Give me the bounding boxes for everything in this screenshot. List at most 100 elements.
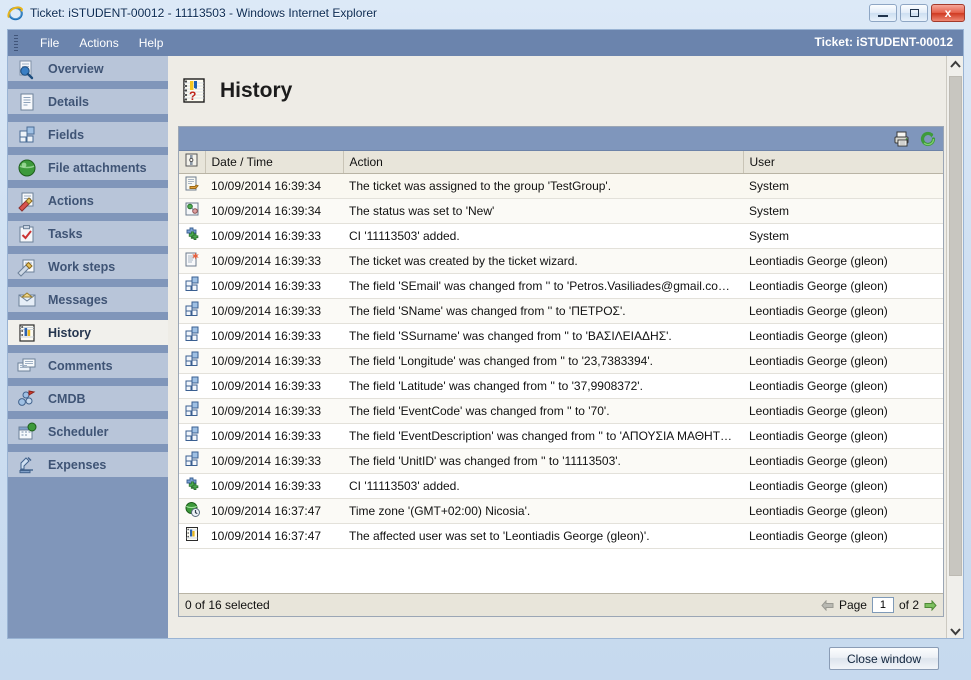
- field-icon: [184, 401, 201, 421]
- table-row[interactable]: 10/09/2014 16:39:33 CI '11113503' added. L…: [179, 473, 943, 499]
- row-type-icon-cell: [179, 448, 205, 474]
- sidebar-item-details[interactable]: Details: [8, 89, 168, 122]
- close-window-button[interactable]: Close window: [829, 647, 939, 670]
- row-type-icon-cell: [179, 523, 205, 549]
- sidebar-item-work-steps[interactable]: Work steps: [8, 254, 168, 287]
- sidebar-item-messages[interactable]: Messages: [8, 287, 168, 320]
- arrow-left-icon[interactable]: [821, 599, 834, 611]
- cell-action: The field 'EventDescription' was changed…: [343, 423, 743, 449]
- table-row[interactable]: 10/09/2014 16:39:33 The field 'SEmail' wa…: [179, 273, 943, 299]
- cell-user: Leontiadis George (gleon): [743, 423, 943, 449]
- cell-date: 10/09/2014 16:39:33: [205, 448, 343, 474]
- grid-body[interactable]: 10/09/2014 16:39:34 The ticket was assign…: [179, 173, 943, 593]
- cell-user: Leontiadis George (gleon): [743, 398, 943, 424]
- scroll-up-button[interactable]: [947, 56, 963, 73]
- page-label: Page: [838, 598, 867, 612]
- cell-user: Leontiadis George (gleon): [743, 248, 943, 274]
- table-row[interactable]: 10/09/2014 16:37:47 The affected user was…: [179, 523, 943, 549]
- sidebar-item-comments[interactable]: Comments: [8, 353, 168, 386]
- messages-icon: [16, 289, 38, 311]
- attachment-icon: [16, 157, 38, 179]
- comments-icon: [16, 355, 38, 377]
- sidebar-item-label: Scheduler: [48, 424, 109, 439]
- sidebar-item-history[interactable]: History: [8, 320, 168, 353]
- sidebar-item-overview[interactable]: Overview: [8, 56, 168, 89]
- sidebar-item-tasks[interactable]: Tasks: [8, 221, 168, 254]
- arrow-right-icon[interactable]: [924, 599, 937, 611]
- table-row[interactable]: 10/09/2014 16:39:33 The field 'SName' was…: [179, 298, 943, 324]
- table-row[interactable]: 10/09/2014 16:39:33 The field 'EventDescr…: [179, 423, 943, 449]
- expenses-icon: [16, 454, 38, 476]
- column-header-user[interactable]: User: [743, 151, 943, 174]
- sidebar-item-scheduler[interactable]: Scheduler: [8, 419, 168, 452]
- cell-action: The ticket was created by the ticket wiz…: [343, 248, 743, 274]
- cell-user: Leontiadis George (gleon): [743, 348, 943, 374]
- menu-item-file[interactable]: File: [30, 33, 69, 53]
- title-bar: Ticket: iSTUDENT-00012 - 11113503 - Wind…: [0, 0, 971, 26]
- cell-date: 10/09/2014 16:39:34: [205, 173, 343, 199]
- pager: Page of 2: [821, 597, 937, 613]
- close-button[interactable]: x: [931, 4, 965, 22]
- page-scrollbar[interactable]: [946, 56, 963, 638]
- table-row[interactable]: 10/09/2014 16:39:33 The field 'SSurname' …: [179, 323, 943, 349]
- field-icon: [184, 351, 201, 371]
- scroll-down-button[interactable]: [947, 623, 963, 638]
- cell-action: The affected user was set to 'Leontiadis…: [343, 523, 743, 549]
- menu-grip-icon[interactable]: [14, 35, 18, 51]
- sidebar-item-label: Work steps: [48, 259, 116, 274]
- sidebar-item-file-attachments[interactable]: File attachments: [8, 155, 168, 188]
- maximize-button[interactable]: [900, 4, 928, 22]
- table-row[interactable]: 10/09/2014 16:39:33 The ticket was create…: [179, 248, 943, 274]
- table-row[interactable]: 10/09/2014 16:39:34 The status was set to…: [179, 198, 943, 224]
- row-type-icon-cell: [179, 298, 205, 324]
- page-total-label: of 2: [898, 598, 919, 612]
- sidebar-item-label: Actions: [48, 193, 94, 208]
- column-header-icon[interactable]: [179, 151, 206, 174]
- table-row[interactable]: 10/09/2014 16:39:33 CI '11113503' added. S…: [179, 223, 943, 249]
- table-row[interactable]: 10/09/2014 16:39:33 The field 'EventCode'…: [179, 398, 943, 424]
- maximize-icon: [909, 9, 919, 17]
- cell-date: 10/09/2014 16:39:33: [205, 298, 343, 324]
- sidebar-item-cmdb[interactable]: CMDB: [8, 386, 168, 419]
- sidebar-item-label: Expenses: [48, 457, 107, 472]
- cell-user: System: [743, 173, 943, 199]
- sidebar-item-expenses[interactable]: Expenses: [8, 452, 168, 485]
- field-icon: [184, 451, 201, 471]
- row-type-icon-cell: [179, 273, 205, 299]
- field-icon: [184, 426, 201, 446]
- minimize-button[interactable]: [869, 4, 897, 22]
- ticket-label: Ticket: iSTUDENT-00012: [814, 35, 954, 49]
- sidebar-item-label: Overview: [48, 61, 104, 76]
- sidebar-item-label: Tasks: [48, 226, 83, 241]
- menu-bar: File Actions Help Ticket: iSTUDENT-00012: [8, 30, 963, 56]
- window-title: Ticket: iSTUDENT-00012 - 11113503 - Wind…: [30, 6, 378, 20]
- row-type-icon-cell: [179, 348, 205, 374]
- sidebar-item-label: History: [48, 325, 92, 340]
- sidebar-item-fields[interactable]: Fields: [8, 122, 168, 155]
- menu-item-actions[interactable]: Actions: [69, 33, 128, 53]
- sidebar-item-actions[interactable]: Actions: [8, 188, 168, 221]
- refresh-icon[interactable]: [919, 130, 937, 148]
- table-header-row: Date / Time Action User: [179, 151, 943, 174]
- table-row[interactable]: 10/09/2014 16:39:34 The ticket was assign…: [179, 173, 943, 199]
- page-number-input[interactable]: [871, 597, 894, 613]
- cell-action: CI '11113503' added.: [343, 223, 743, 249]
- table-row[interactable]: 10/09/2014 16:37:47 Time zone '(GMT+02:00…: [179, 498, 943, 524]
- row-type-icon-cell: [179, 248, 205, 274]
- column-header-action[interactable]: Action: [343, 151, 744, 174]
- status-icon: [184, 202, 201, 221]
- grid-header-table: Date / Time Action User: [179, 151, 943, 174]
- cell-action: CI '11113503' added.: [343, 473, 743, 499]
- printer-icon[interactable]: [893, 130, 911, 148]
- table-row[interactable]: 10/09/2014 16:39:33 The field 'Latitude' …: [179, 373, 943, 399]
- scrollbar-thumb[interactable]: [949, 76, 962, 576]
- table-row[interactable]: 10/09/2014 16:39:33 The field 'UnitID' wa…: [179, 448, 943, 474]
- cell-action: Time zone '(GMT+02:00) Nicosia'.: [343, 498, 743, 524]
- assign-icon: [184, 176, 201, 196]
- table-row[interactable]: 10/09/2014 16:39:33 The field 'Longitude'…: [179, 348, 943, 374]
- cell-action: The field 'EventCode' was changed from '…: [343, 398, 743, 424]
- menu-item-help[interactable]: Help: [129, 33, 174, 53]
- column-header-date[interactable]: Date / Time: [205, 151, 344, 174]
- cell-date: 10/09/2014 16:37:47: [205, 523, 343, 549]
- table-body: 10/09/2014 16:39:34 The ticket was assign…: [179, 173, 943, 549]
